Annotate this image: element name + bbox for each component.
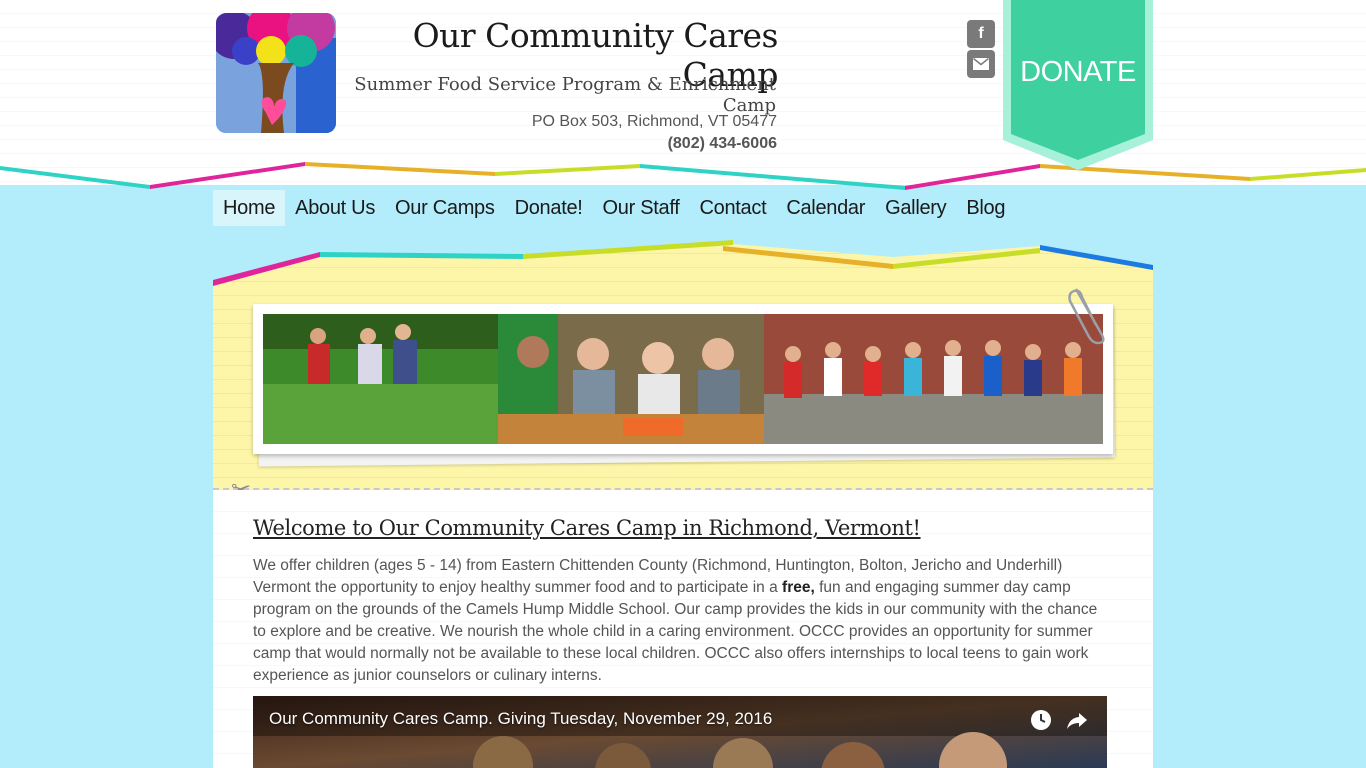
mailing-address: PO Box 503, Richmond, VT 05477	[531, 113, 777, 130]
welcome-heading: Welcome to Our Community Cares Camp in R…	[253, 516, 921, 540]
nav-item-calendar[interactable]: Calendar	[776, 190, 875, 226]
nav-item-gallery[interactable]: Gallery	[875, 190, 956, 226]
intro-text-bold: free,	[782, 579, 815, 596]
nav-item-our-staff[interactable]: Our Staff	[593, 190, 690, 226]
video-player[interactable]	[253, 696, 1107, 768]
nav-item-our-camps[interactable]: Our Camps	[385, 190, 505, 226]
nav-item-donate[interactable]: Donate!	[505, 190, 593, 226]
main-nav: Home About Us Our Camps Donate! Our Staf…	[213, 190, 1015, 226]
donate-button-label[interactable]: DONATE	[1003, 56, 1153, 89]
nav-item-home[interactable]: Home	[213, 190, 286, 226]
nav-item-contact[interactable]: Contact	[690, 190, 777, 226]
nav-item-blog[interactable]: Blog	[956, 190, 1015, 226]
video-title[interactable]: Our Community Cares Camp. Giving Tuesday…	[269, 709, 772, 729]
paperclip-icon	[1068, 288, 1105, 345]
nav-item-about-us[interactable]: About Us	[285, 190, 385, 226]
email-button[interactable]	[967, 50, 995, 78]
facebook-button[interactable]: f	[967, 20, 995, 48]
share-icon[interactable]	[1066, 709, 1088, 731]
camp-photos-banner	[263, 314, 1103, 444]
site-subtitle: Summer Food Service Program & Enrichment…	[354, 74, 776, 116]
facebook-icon: f	[978, 25, 984, 42]
phone-number: (802) 434-6006	[667, 135, 777, 152]
header-tape-divider	[0, 162, 1366, 190]
intro-paragraph: We offer children (ages 5 - 14) from Eas…	[253, 555, 1113, 687]
mail-icon	[973, 57, 989, 70]
watch-later-icon[interactable]	[1030, 709, 1052, 731]
